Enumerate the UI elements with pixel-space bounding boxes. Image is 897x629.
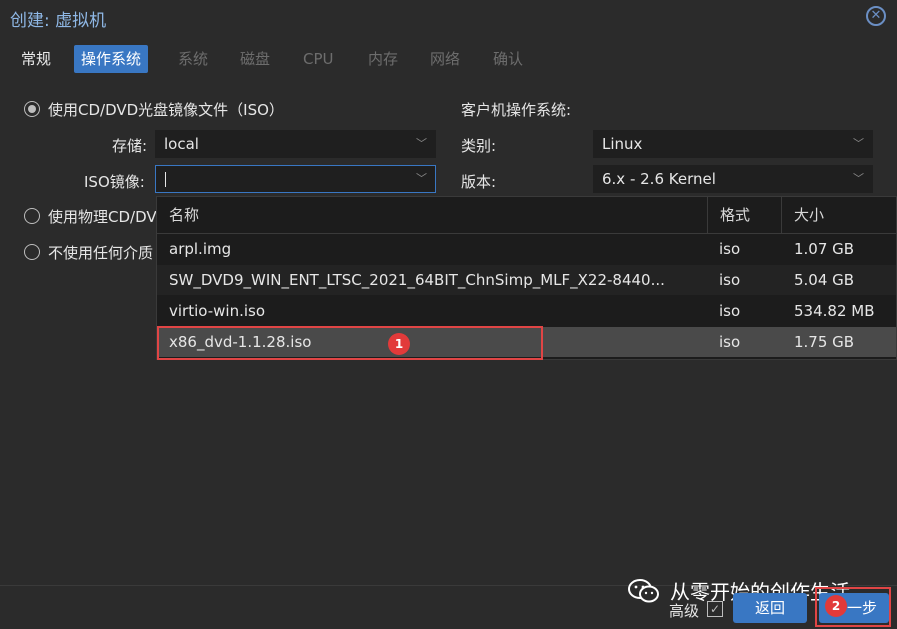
radio-no-media[interactable] xyxy=(24,244,40,260)
file-size: 5.04 GB xyxy=(794,271,855,289)
option-physical-drive-label: 使用物理CD/DV xyxy=(48,208,157,226)
file-size: 534.82 MB xyxy=(794,302,875,320)
os-type-label: 类别: xyxy=(461,137,497,155)
os-type-value: Linux xyxy=(602,135,643,153)
tab-cpu[interactable]: CPU xyxy=(296,45,341,73)
chevron-down-icon[interactable]: ﹀ xyxy=(853,131,864,157)
tab-network[interactable]: 网络 xyxy=(423,45,467,73)
back-button[interactable]: 返回 xyxy=(733,593,807,623)
column-header-size[interactable]: 大小 xyxy=(782,197,896,233)
file-format: iso xyxy=(719,302,741,320)
file-name: arpl.img xyxy=(169,240,232,258)
list-item[interactable]: arpl.img iso 1.07 GB xyxy=(157,234,896,264)
option-no-media-label: 不使用任何介质 xyxy=(48,244,154,262)
os-version-select[interactable]: 6.x - 2.6 Kernel ﹀ xyxy=(593,165,873,193)
column-header-name[interactable]: 名称 xyxy=(157,197,708,233)
highlight-box xyxy=(157,326,543,360)
os-version-label: 版本: xyxy=(461,173,497,191)
file-format: iso xyxy=(719,240,741,258)
storage-select[interactable]: local ﹀ xyxy=(155,130,436,158)
file-name: SW_DVD9_WIN_ENT_LTSC_2021_64BIT_ChnSimp_… xyxy=(169,271,665,289)
radio-use-iso[interactable] xyxy=(24,101,40,117)
file-format: iso xyxy=(719,271,741,289)
list-item[interactable]: virtio-win.iso iso 534.82 MB xyxy=(157,296,896,326)
tab-general[interactable]: 常规 xyxy=(14,45,58,73)
text-cursor xyxy=(165,172,166,187)
iso-image-select[interactable]: ﹀ xyxy=(155,165,436,193)
wechat-icon xyxy=(628,579,659,603)
tab-disk[interactable]: 磁盘 xyxy=(233,45,277,73)
file-size: 1.75 GB xyxy=(794,333,855,351)
list-item[interactable]: SW_DVD9_WIN_ENT_LTSC_2021_64BIT_ChnSimp_… xyxy=(157,265,896,295)
radio-physical-drive[interactable] xyxy=(24,208,40,224)
storage-label: 存储: xyxy=(112,137,148,155)
chevron-down-icon[interactable]: ﹀ xyxy=(853,166,864,192)
tab-os[interactable]: 操作系统 xyxy=(74,45,149,73)
advanced-checkbox[interactable]: ✓ xyxy=(707,601,723,617)
iso-image-label: ISO镜像: xyxy=(84,173,145,191)
os-type-select[interactable]: Linux ﹀ xyxy=(593,130,873,158)
file-name: virtio-win.iso xyxy=(169,302,265,320)
window-title: 创建: 虚拟机 xyxy=(10,11,107,31)
chevron-down-icon[interactable]: ﹀ xyxy=(416,166,427,192)
step-badge: 2 xyxy=(825,595,847,617)
file-size: 1.07 GB xyxy=(794,240,855,258)
column-header-format[interactable]: 格式 xyxy=(708,197,782,233)
advanced-label: 高级 xyxy=(669,602,700,620)
guest-os-heading: 客户机操作系统: xyxy=(461,101,572,119)
chevron-down-icon[interactable]: ﹀ xyxy=(416,131,427,157)
os-version-value: 6.x - 2.6 Kernel xyxy=(602,170,716,188)
close-icon[interactable]: ✕ xyxy=(866,6,886,26)
tab-memory[interactable]: 内存 xyxy=(361,45,405,73)
step-badge: 1 xyxy=(388,333,410,355)
tab-system[interactable]: 系统 xyxy=(171,45,215,73)
storage-value: local xyxy=(164,135,199,153)
option-use-iso-label: 使用CD/DVD光盘镜像文件（ISO） xyxy=(48,101,284,119)
file-format: iso xyxy=(719,333,741,351)
tab-confirm[interactable]: 确认 xyxy=(486,45,530,73)
